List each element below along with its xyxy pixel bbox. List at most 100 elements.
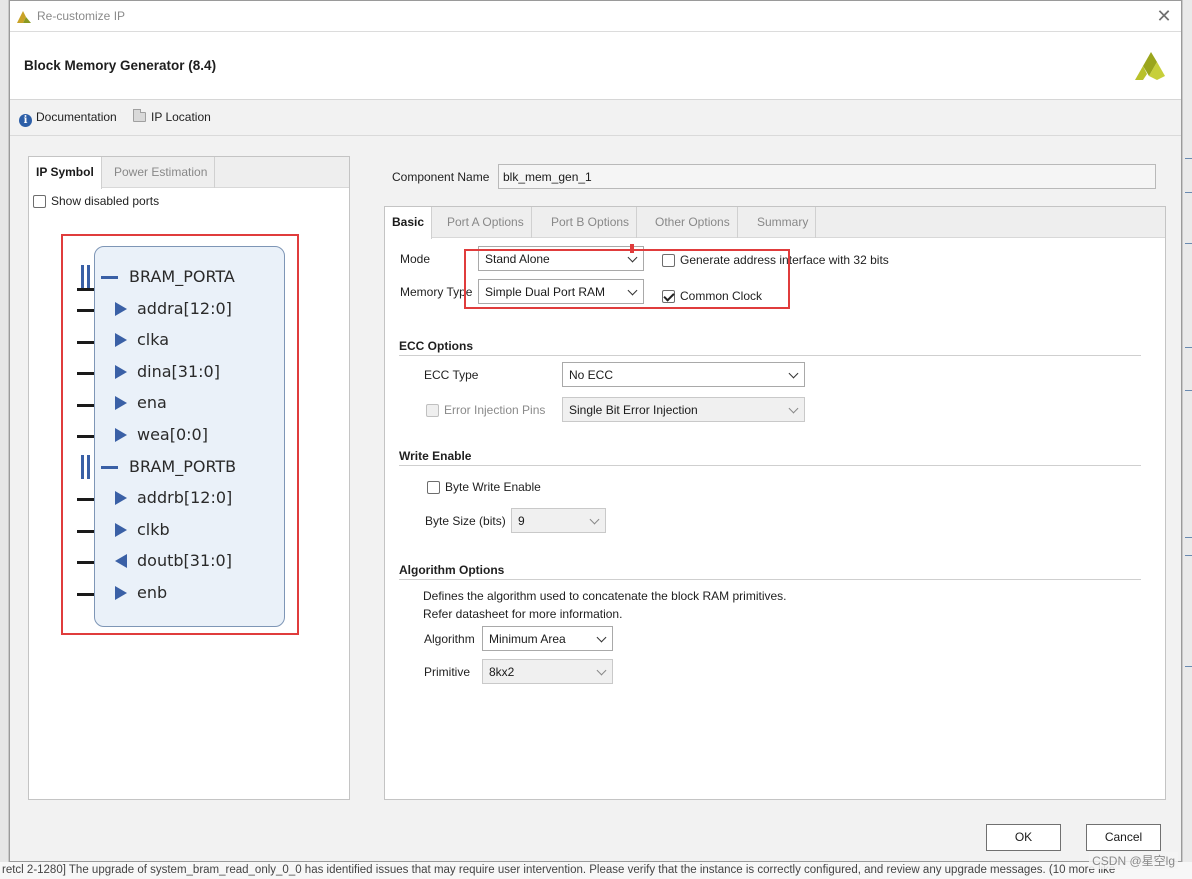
error-injection-select[interactable]: Single Bit Error Injection	[562, 397, 805, 422]
port-clkb: clkb	[95, 520, 284, 542]
ip-heading: Block Memory Generator (8.4)	[24, 58, 217, 73]
port-clka: clka	[95, 330, 284, 352]
component-name-label: Component Name	[392, 170, 490, 184]
info-icon: i	[19, 114, 32, 127]
chevron-down-icon	[596, 632, 607, 643]
ok-button[interactable]: OK	[986, 824, 1061, 851]
tab-port-a-options[interactable]: Port A Options	[440, 207, 532, 238]
memory-type-label: Memory Type	[400, 285, 473, 299]
background-window-left	[0, 0, 9, 879]
window-title: Re-customize IP	[37, 9, 126, 23]
ip-symbol-panel: IP Symbol Power Estimation Show disabled…	[28, 156, 350, 800]
folder-icon	[133, 109, 146, 122]
title-bar: Re-customize IP ✕	[10, 1, 1181, 32]
section-divider	[399, 465, 1141, 466]
ecc-type-select[interactable]: No ECC	[562, 362, 805, 387]
background-window-right	[1182, 0, 1192, 879]
close-icon[interactable]: ✕	[1153, 5, 1175, 27]
link-bar: i Documentation IP Location	[10, 101, 1181, 135]
algorithm-label: Algorithm	[424, 632, 475, 646]
chevron-down-icon	[788, 403, 799, 414]
input-arrow-icon	[115, 491, 127, 505]
chevron-down-icon	[788, 368, 799, 379]
input-arrow-icon	[115, 333, 127, 347]
pin-stub	[77, 561, 94, 564]
algorithm-select[interactable]: Minimum Area	[482, 626, 613, 651]
background-status-message: retcl 2-1280] The upgrade of system_bram…	[0, 862, 1192, 879]
tab-summary[interactable]: Summary	[750, 207, 817, 238]
port-wea: wea[0:0]	[95, 425, 284, 447]
highlight-box-mode	[464, 249, 790, 309]
vivado-logo-icon	[17, 11, 31, 23]
header-divider	[10, 135, 1181, 136]
checkbox-box[interactable]	[427, 481, 440, 494]
output-arrow-icon	[115, 554, 127, 568]
ecc-type-label: ECC Type	[424, 368, 479, 382]
ecc-options-heading: ECC Options	[399, 339, 473, 353]
section-divider	[399, 579, 1141, 580]
algorithm-description: Defines the algorithm used to concatenat…	[423, 589, 787, 603]
pin-stub	[77, 288, 94, 291]
bus-bram-portb: BRAM_PORTB	[81, 455, 284, 479]
algorithm-description-2: Refer datasheet for more information.	[423, 607, 623, 621]
pin-stub	[77, 435, 94, 438]
dialog-header: Block Memory Generator (8.4)	[10, 32, 1181, 100]
left-tab-bar: IP Symbol Power Estimation	[29, 157, 349, 189]
port-dina: dina[31:0]	[95, 362, 284, 384]
algorithm-options-heading: Algorithm Options	[399, 563, 505, 577]
byte-write-enable-checkbox[interactable]: Byte Write Enable	[427, 480, 541, 494]
bus-bram-porta: BRAM_PORTA	[81, 265, 284, 289]
ip-location-link[interactable]: IP Location	[133, 109, 211, 124]
tab-other-options[interactable]: Other Options	[648, 207, 738, 238]
mode-label: Mode	[400, 252, 431, 266]
highlight-marker	[630, 244, 634, 253]
tab-basic[interactable]: Basic	[385, 207, 433, 239]
input-arrow-icon	[115, 365, 127, 379]
chevron-down-icon	[589, 514, 600, 525]
ip-symbol-block: BRAM_PORTA addra[12:0] clka dina[31:0] e…	[81, 246, 285, 627]
show-disabled-ports-label: Show disabled ports	[51, 194, 160, 208]
show-disabled-ports-checkbox[interactable]: Show disabled ports	[33, 194, 159, 208]
config-tab-bar: Basic Port A Options Port B Options Othe…	[385, 207, 1165, 239]
pin-stub	[77, 309, 94, 312]
checkbox-box[interactable]	[426, 404, 439, 417]
input-arrow-icon	[115, 396, 127, 410]
chevron-down-icon	[596, 665, 607, 676]
documentation-link[interactable]: i Documentation	[19, 110, 117, 127]
port-ena: ena	[95, 393, 284, 415]
pin-stub	[77, 341, 94, 344]
checkbox-box[interactable]	[33, 195, 46, 208]
bus-label-portb: BRAM_PORTB	[129, 457, 237, 476]
bus-label-porta: BRAM_PORTA	[129, 267, 235, 286]
primitive-select[interactable]: 8kx2	[482, 659, 613, 684]
port-addrb: addrb[12:0]	[95, 488, 284, 510]
tab-port-b-options[interactable]: Port B Options	[544, 207, 638, 238]
port-enb: enb	[95, 583, 284, 605]
pin-stub	[77, 372, 94, 375]
configuration-panel: Basic Port A Options Port B Options Othe…	[384, 206, 1166, 800]
documentation-label: Documentation	[36, 110, 117, 124]
byte-size-select[interactable]: 9	[511, 508, 606, 533]
error-injection-pins-checkbox[interactable]: Error Injection Pins	[426, 403, 545, 417]
tab-power-estimation[interactable]: Power Estimation	[107, 157, 216, 188]
port-addra: addra[12:0]	[95, 299, 284, 321]
csdn-watermark: CSDN @星空lg	[1089, 852, 1178, 869]
pin-stub	[77, 404, 94, 407]
pin-stub	[77, 593, 94, 596]
port-doutb: doutb[31:0]	[95, 551, 284, 573]
input-arrow-icon	[115, 302, 127, 316]
pin-stub	[77, 530, 94, 533]
byte-size-label: Byte Size (bits)	[425, 514, 506, 528]
input-arrow-icon	[115, 586, 127, 600]
pin-stub	[77, 498, 94, 501]
re-customize-ip-dialog: Re-customize IP ✕ Block Memory Generator…	[9, 0, 1182, 862]
xilinx-logo-icon	[1135, 52, 1165, 80]
write-enable-heading: Write Enable	[399, 449, 472, 463]
component-name-field[interactable]: blk_mem_gen_1	[498, 164, 1156, 189]
primitive-label: Primitive	[424, 665, 471, 679]
tab-ip-symbol[interactable]: IP Symbol	[29, 157, 102, 189]
cancel-button[interactable]: Cancel	[1086, 824, 1161, 851]
ip-location-label: IP Location	[151, 110, 211, 124]
input-arrow-icon	[115, 523, 127, 537]
section-divider	[399, 355, 1141, 356]
